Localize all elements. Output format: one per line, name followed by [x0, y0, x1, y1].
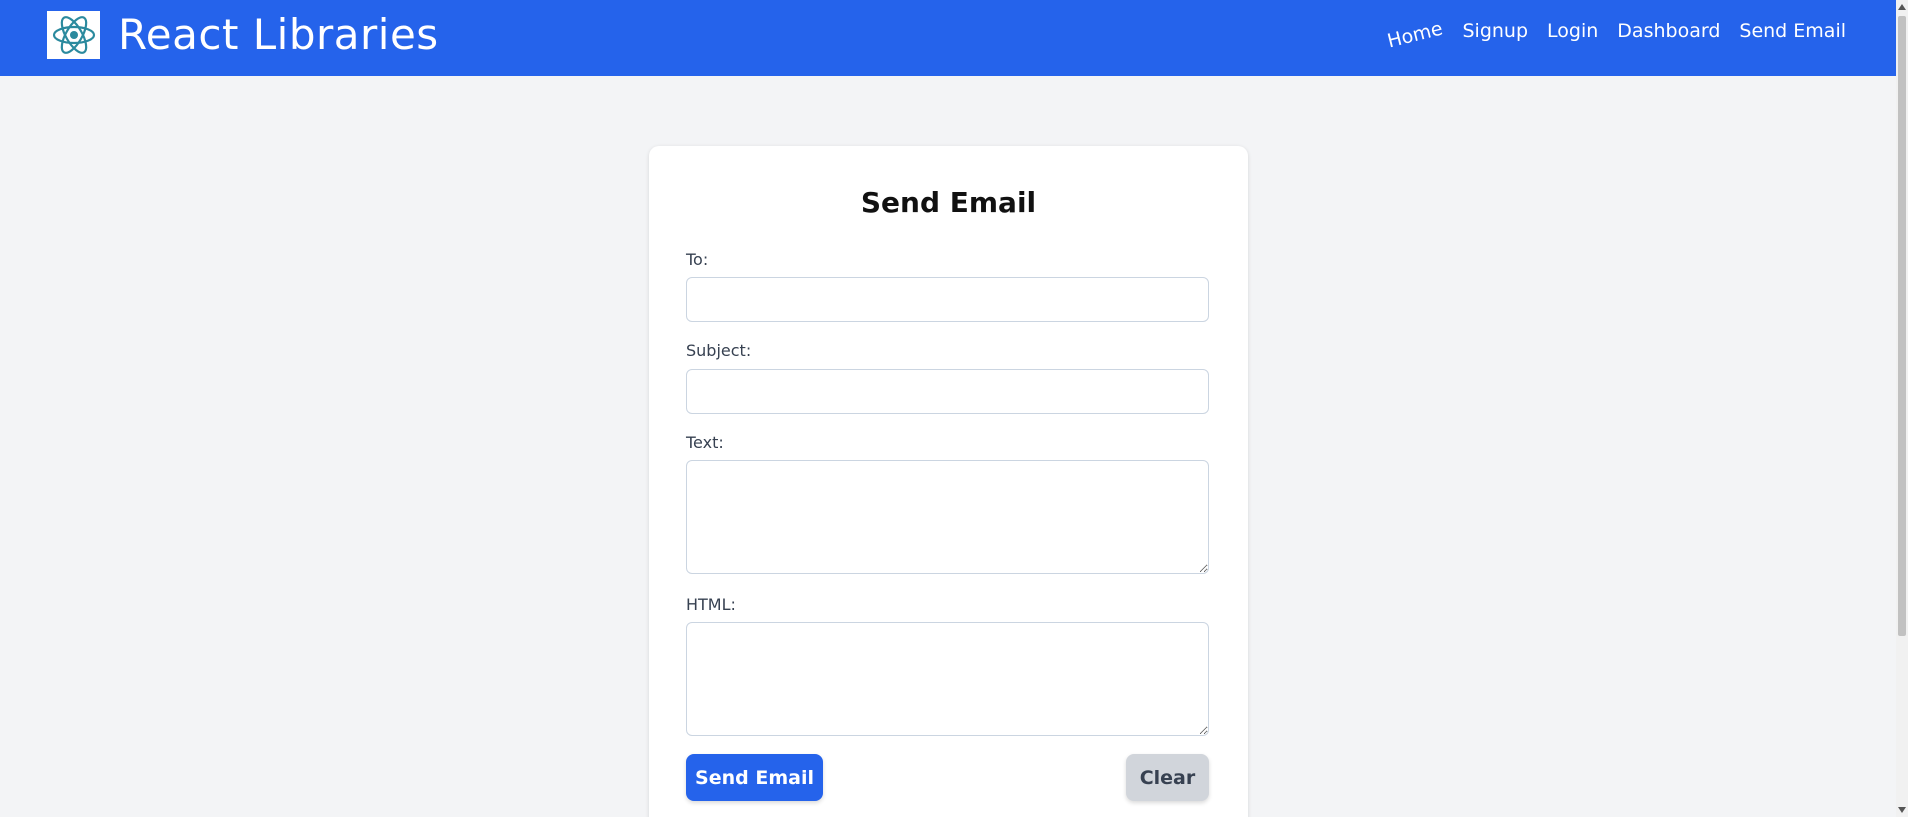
html-textarea[interactable] — [686, 622, 1209, 736]
to-input[interactable] — [686, 277, 1209, 322]
subject-input[interactable] — [686, 369, 1209, 414]
react-atom-icon — [47, 11, 100, 59]
text-label: Text: — [686, 433, 724, 452]
scroll-up-arrow-icon[interactable] — [1898, 4, 1906, 10]
nav-link-login[interactable]: Login — [1547, 20, 1598, 42]
scroll-down-arrow-icon[interactable] — [1898, 807, 1906, 813]
nav-link-dashboard[interactable]: Dashboard — [1617, 20, 1720, 42]
send-email-card: Send Email To: Subject: Text: HTML: Send… — [649, 146, 1248, 817]
form-title: Send Email — [860, 186, 1037, 219]
html-label: HTML: — [686, 595, 736, 614]
brand-title: React Libraries — [118, 10, 439, 59]
to-label: To: — [686, 250, 709, 269]
vertical-scrollbar[interactable] — [1896, 0, 1908, 817]
send-email-button[interactable]: Send Email — [686, 754, 823, 801]
text-textarea[interactable] — [686, 460, 1209, 574]
subject-label: Subject: — [686, 341, 752, 360]
nav-link-send-email[interactable]: Send Email — [1739, 20, 1846, 42]
page: React Libraries Home Signup Login Dashbo… — [0, 0, 1908, 817]
brand[interactable]: React Libraries — [47, 11, 439, 59]
nav-link-signup[interactable]: Signup — [1462, 20, 1528, 42]
scroll-thumb[interactable] — [1898, 16, 1906, 636]
navbar: React Libraries Home Signup Login Dashbo… — [0, 0, 1896, 76]
main-nav: Home Signup Login Dashboard Send Email — [1368, 16, 1846, 53]
nav-link-home[interactable]: Home — [1386, 18, 1446, 53]
clear-button[interactable]: Clear — [1126, 754, 1209, 801]
